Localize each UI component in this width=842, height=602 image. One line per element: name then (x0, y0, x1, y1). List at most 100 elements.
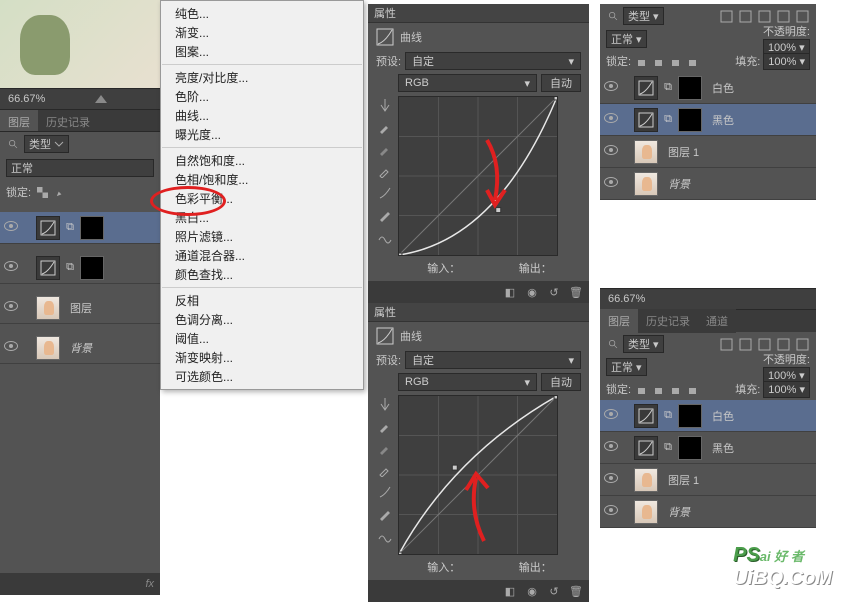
tab[interactable]: 历史记录 (638, 309, 698, 333)
menu-item[interactable]: 阈值... (161, 329, 363, 348)
reset-icon[interactable]: ↺ (547, 285, 561, 299)
pencil-icon[interactable] (376, 206, 394, 224)
pencil-icon[interactable] (376, 505, 394, 523)
preset-dropdown[interactable]: 自定▾ (405, 52, 581, 70)
menu-item[interactable]: 反相 (161, 291, 363, 310)
eyedropper-black-icon[interactable] (376, 417, 394, 435)
trash-icon[interactable]: 🗑 (569, 285, 583, 299)
menu-item[interactable]: 色相/饱和度... (161, 170, 363, 189)
adjust-icon[interactable] (737, 8, 753, 24)
tab[interactable]: 图层 (600, 309, 638, 333)
view-icon[interactable]: ◉ (525, 285, 539, 299)
channel-dropdown[interactable]: RGB▾ (398, 373, 537, 391)
menu-item[interactable]: 通道混合器... (161, 246, 363, 265)
curves-graph[interactable] (398, 96, 558, 256)
menu-item[interactable]: 渐变... (161, 23, 363, 42)
lock-all-icon[interactable] (685, 54, 699, 68)
eyedropper-gray-icon[interactable] (376, 439, 394, 457)
lock-brush-icon[interactable] (651, 54, 665, 68)
eyedropper-white-icon[interactable] (376, 461, 394, 479)
lock-brush-icon[interactable] (651, 382, 665, 396)
tab-layers[interactable]: 图层 (0, 110, 38, 131)
visibility-icon[interactable] (4, 221, 18, 235)
auto-button[interactable]: 自动 (541, 74, 581, 92)
clip-icon[interactable]: ◧ (503, 285, 517, 299)
lock-transparent-icon[interactable] (634, 382, 648, 396)
filter-type-dropdown[interactable]: 类型 ▾ (623, 7, 664, 25)
menu-item[interactable]: 纯色... (161, 4, 363, 23)
menu-item[interactable]: 照片滤镜... (161, 227, 363, 246)
curves-graph[interactable] (398, 395, 558, 555)
layer-row[interactable]: ⧉白色 (600, 400, 816, 432)
fill-value[interactable]: 100% ▾ (763, 381, 810, 398)
preset-dropdown[interactable]: 自定▾ (405, 351, 581, 369)
layer-row[interactable]: ⧉ (0, 212, 160, 244)
trash-icon[interactable]: 🗑 (569, 584, 583, 598)
fill-value[interactable]: 100% ▾ (763, 53, 810, 70)
visibility-icon[interactable] (4, 341, 18, 355)
zoom-slider-icon[interactable] (95, 95, 107, 103)
visibility-icon[interactable] (4, 261, 18, 275)
smooth-icon[interactable] (376, 228, 394, 246)
adjust-icon[interactable] (737, 336, 753, 352)
blend-mode-dropdown[interactable]: 正常 ▾ (606, 30, 647, 48)
menu-item[interactable]: 曲线... (161, 106, 363, 125)
visibility-icon[interactable] (604, 113, 618, 127)
smooth-icon[interactable] (376, 527, 394, 545)
sampler-icon[interactable] (376, 395, 394, 413)
lock-all-icon[interactable] (685, 382, 699, 396)
blend-mode-dropdown[interactable]: 正常 ▾ (606, 358, 647, 376)
blend-mode-dropdown[interactable]: 正常 (6, 159, 154, 177)
eyedropper-black-icon[interactable] (376, 118, 394, 136)
lock-move-icon[interactable] (668, 382, 682, 396)
properties-tab[interactable]: 属性 (374, 5, 396, 21)
menu-item[interactable]: 亮度/对比度... (161, 68, 363, 87)
menu-item[interactable]: 色阶... (161, 87, 363, 106)
visibility-icon[interactable] (604, 473, 618, 487)
layer-row[interactable]: 图层 1 (600, 136, 816, 168)
layer-row[interactable]: 图层 (0, 292, 160, 324)
menu-item[interactable]: 可选颜色... (161, 367, 363, 386)
channel-dropdown[interactable]: RGB▾ (398, 74, 537, 92)
lock-transparent-icon[interactable] (634, 54, 648, 68)
layer-row[interactable]: 背景 (600, 168, 816, 200)
layer-row[interactable]: ⧉黑色 (600, 104, 816, 136)
menu-item[interactable]: 曝光度... (161, 125, 363, 144)
lock-move-icon[interactable] (668, 54, 682, 68)
visibility-icon[interactable] (604, 177, 618, 191)
lock-transparent-icon[interactable] (35, 185, 49, 199)
layer-row[interactable]: ⧉黑色 (600, 432, 816, 464)
layer-row[interactable]: ⧉ (0, 252, 160, 284)
layer-row[interactable]: 背景 (600, 496, 816, 528)
eyedropper-white-icon[interactable] (376, 162, 394, 180)
filter-type-dropdown[interactable]: 类型 ▾ (623, 335, 664, 353)
menu-item[interactable]: 图案... (161, 42, 363, 61)
layer-row[interactable]: ⧉白色 (600, 72, 816, 104)
clip-icon[interactable]: ◧ (503, 584, 517, 598)
layer-row[interactable]: 背景 (0, 332, 160, 364)
properties-tab[interactable]: 属性 (374, 304, 396, 320)
image-icon[interactable] (718, 8, 734, 24)
visibility-icon[interactable] (604, 81, 618, 95)
visibility-icon[interactable] (4, 301, 18, 315)
visibility-icon[interactable] (604, 145, 618, 159)
menu-item[interactable]: 色彩平衡... (161, 189, 363, 208)
reset-icon[interactable]: ↺ (547, 584, 561, 598)
menu-item[interactable]: 渐变映射... (161, 348, 363, 367)
tab-history[interactable]: 历史记录 (38, 110, 98, 131)
menu-item[interactable]: 色调分离... (161, 310, 363, 329)
curve-edit-icon[interactable] (376, 184, 394, 202)
zoom-level[interactable]: 66.67% (8, 93, 45, 105)
eyedropper-gray-icon[interactable] (376, 140, 394, 158)
visibility-icon[interactable] (604, 441, 618, 455)
visibility-icon[interactable] (604, 409, 618, 423)
curve-edit-icon[interactable] (376, 483, 394, 501)
fx-icon[interactable]: fx (145, 578, 154, 590)
menu-item[interactable]: 颜色查找... (161, 265, 363, 284)
menu-item[interactable]: 自然饱和度... (161, 151, 363, 170)
sampler-icon[interactable] (376, 96, 394, 114)
tab[interactable]: 通道 (698, 309, 736, 333)
layer-row[interactable]: 图层 1 (600, 464, 816, 496)
menu-item[interactable]: 黑白... (161, 208, 363, 227)
visibility-icon[interactable] (604, 505, 618, 519)
